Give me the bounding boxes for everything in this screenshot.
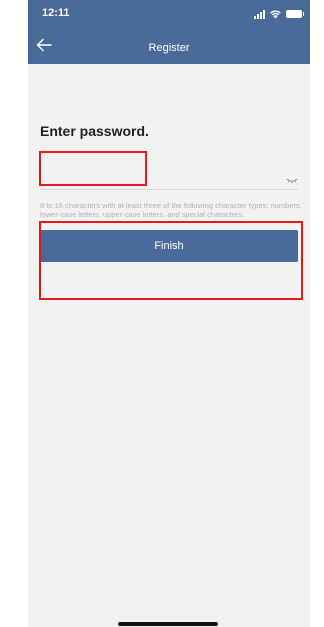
password-field — [40, 153, 298, 190]
password-input[interactable] — [40, 153, 268, 189]
app-header: 12:11 Register — [28, 0, 310, 64]
home-indicator — [118, 622, 218, 626]
status-time: 12:11 — [42, 7, 70, 19]
password-requirements-hint: 8 to 16 characters with at least three o… — [40, 201, 302, 219]
wifi-icon — [270, 10, 281, 19]
password-prompt: Enter password. — [40, 123, 149, 139]
battery-icon — [286, 10, 304, 18]
status-icons — [254, 7, 304, 19]
screenshot-canvas: 12:11 Register Enter password. 8 to 16 c… — [0, 0, 324, 627]
finish-button[interactable]: Finish — [40, 230, 298, 262]
page-title: Register — [148, 42, 190, 54]
signal-icon — [254, 10, 265, 19]
eye-closed-icon[interactable] — [286, 171, 298, 184]
phone-screen: 12:11 Register Enter password. 8 to 16 c… — [28, 0, 310, 627]
